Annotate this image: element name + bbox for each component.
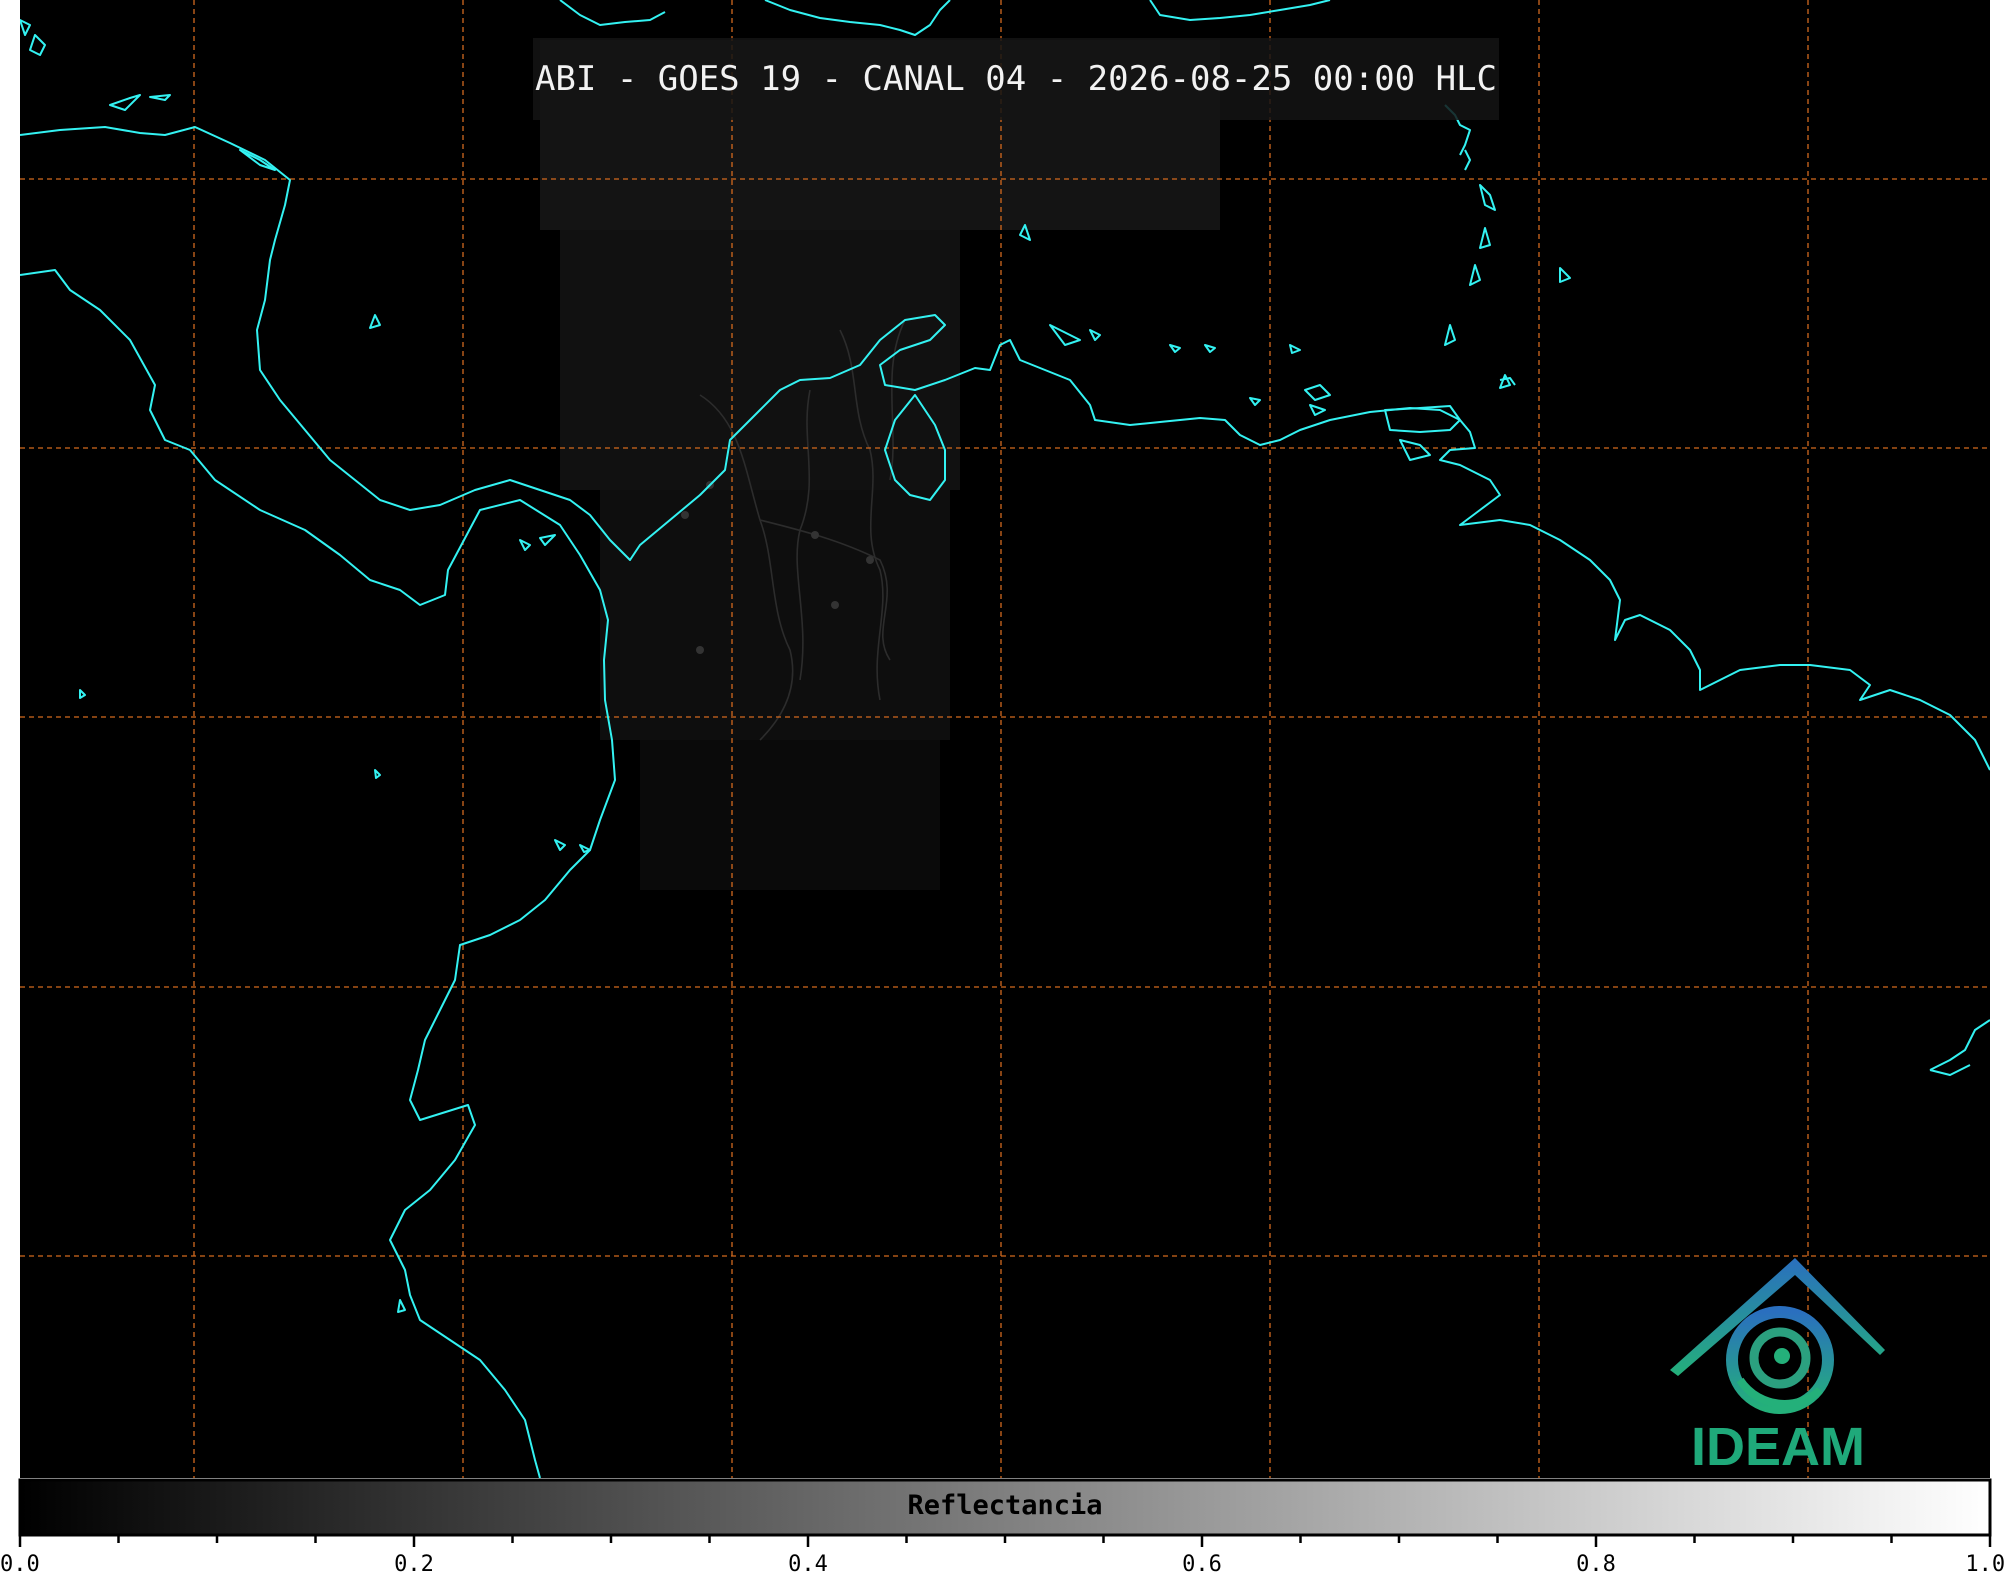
colorbar-tick-label: 0.6 xyxy=(1182,1552,1222,1577)
colorbar-tick-label: 0.2 xyxy=(394,1552,434,1577)
colorbar-tick-label: 0.4 xyxy=(788,1552,828,1577)
colorbar-tick-label: 0.8 xyxy=(1576,1552,1616,1577)
logo-text: IDEAM xyxy=(1691,1417,1865,1477)
colorbar-ticks xyxy=(18,1535,1992,1547)
page-title: ABI - GOES 19 - CANAL 04 - 2026-08-25 00… xyxy=(534,59,1498,99)
satellite-map: IDEAM xyxy=(18,0,1992,1547)
colorbar-label: Reflectancia xyxy=(907,1490,1103,1521)
colorbar-tick-label: 1.0 xyxy=(1965,1552,2006,1577)
colorbar-tick-label: 0.0 xyxy=(0,1552,40,1577)
